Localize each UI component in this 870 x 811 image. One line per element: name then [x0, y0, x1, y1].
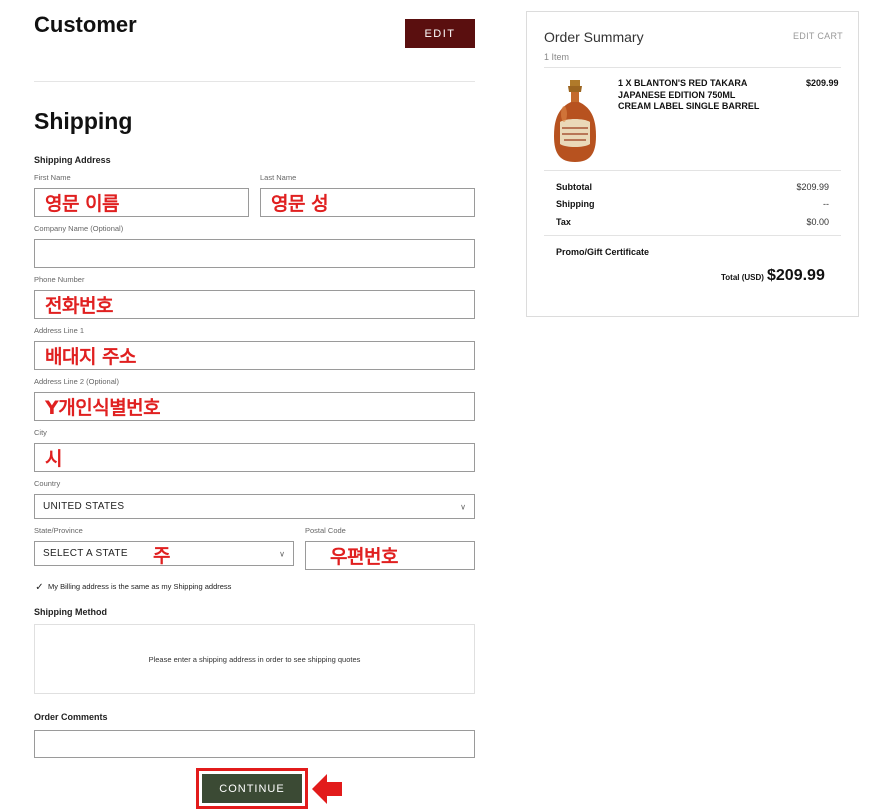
order-comments-heading: Order Comments: [34, 712, 108, 722]
shipping-method-box: Please enter a shipping address in order…: [34, 624, 475, 694]
phone-value: 전화번호: [45, 295, 113, 317]
postal-label: Postal Code: [305, 526, 346, 535]
total-label: Total (USD): [721, 273, 764, 282]
city-value: 시: [45, 448, 62, 470]
chevron-down-icon: ∨: [279, 549, 285, 558]
shipping-address-heading: Shipping Address: [34, 155, 111, 165]
address2-label: Address Line 2 (Optional): [34, 377, 120, 386]
red-arrow-icon: [312, 774, 342, 804]
first-name-label: First Name: [34, 173, 71, 182]
item-name-line: 1 X BLANTON'S RED TAKARA: [618, 78, 748, 88]
whiskey-bottle-image: [554, 80, 596, 162]
phone-label: Phone Number: [34, 275, 85, 284]
address2-value: Y개인식별번호: [45, 397, 161, 419]
edit-customer-button[interactable]: EDIT: [405, 19, 475, 48]
section-divider: [34, 81, 475, 82]
state-selected-value: SELECT A STATE: [43, 548, 128, 559]
tax-label: Tax: [556, 217, 571, 227]
company-field[interactable]: [34, 239, 475, 268]
country-select[interactable]: UNITED STATES ∨: [34, 494, 475, 519]
item-price: $209.99: [806, 78, 839, 88]
checkmark-icon: ✓: [35, 582, 44, 593]
shipping-method-note: Please enter a shipping address in order…: [148, 654, 361, 664]
shipping-heading: Shipping: [34, 108, 133, 134]
summary-divider: [544, 235, 841, 236]
postal-field[interactable]: 우편번호: [305, 541, 475, 570]
order-comments-field[interactable]: [34, 730, 475, 758]
chevron-down-icon: ∨: [460, 502, 466, 511]
summary-divider: [544, 67, 841, 68]
first-name-field[interactable]: 영문 이름: [34, 188, 249, 217]
subtotal-value: $209.99: [796, 182, 829, 192]
continue-button[interactable]: CONTINUE: [202, 774, 302, 803]
city-field[interactable]: 시: [34, 443, 475, 472]
order-summary-title: Order Summary: [544, 29, 644, 45]
summary-divider: [544, 170, 841, 171]
company-label: Company Name (Optional): [34, 224, 124, 233]
city-label: City: [34, 428, 47, 437]
address2-field[interactable]: Y개인식별번호: [34, 392, 475, 421]
item-name-line: CREAM LABEL SINGLE BARREL: [618, 101, 760, 111]
last-name-field[interactable]: 영문 성: [260, 188, 475, 217]
shipping-cost-value: --: [823, 199, 829, 209]
state-annotation: 주: [153, 545, 170, 567]
promo-gift-link[interactable]: Promo/Gift Certificate: [556, 247, 649, 257]
address1-field[interactable]: 배대지 주소: [34, 341, 475, 370]
address1-value: 배대지 주소: [45, 346, 137, 368]
customer-heading: Customer: [34, 12, 137, 37]
last-name-value: 영문 성: [271, 193, 329, 215]
state-select[interactable]: SELECT A STATE 주 ∨: [34, 541, 294, 567]
shipping-method-heading: Shipping Method: [34, 607, 107, 617]
shipping-cost-label: Shipping: [556, 199, 595, 209]
total-value: $209.99: [767, 267, 825, 284]
tax-value: $0.00: [806, 217, 829, 227]
item-count: 1 Item: [544, 52, 570, 62]
country-selected-value: UNITED STATES: [43, 501, 125, 512]
item-name: 1 X BLANTON'S RED TAKARA JAPANESE EDITIO…: [618, 78, 788, 113]
last-name-label: Last Name: [260, 173, 297, 182]
postal-value: 우편번호: [330, 546, 398, 568]
subtotal-label: Subtotal: [556, 182, 592, 192]
country-label: Country: [34, 479, 61, 488]
continue-highlight: CONTINUE: [196, 768, 308, 809]
billing-same-checkbox[interactable]: ✓: [34, 582, 45, 593]
phone-field[interactable]: 전화번호: [34, 290, 475, 319]
item-name-line: JAPANESE EDITION 750ML: [618, 89, 736, 100]
edit-cart-link[interactable]: EDIT CART: [793, 31, 843, 41]
state-label: State/Province: [34, 526, 83, 535]
first-name-value: 영문 이름: [45, 193, 120, 215]
address1-label: Address Line 1: [34, 326, 85, 335]
billing-same-label: My Billing address is the same as my Shi…: [48, 582, 232, 591]
